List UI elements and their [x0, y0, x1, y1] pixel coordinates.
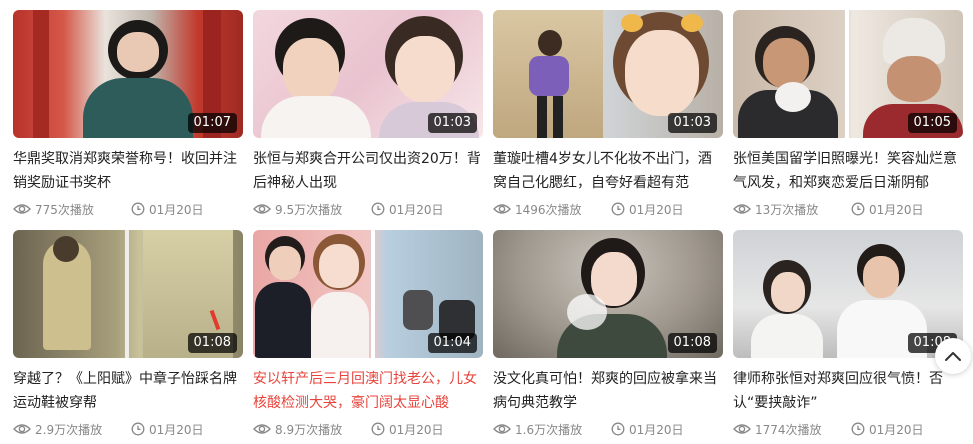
publish-date: 01月20日 — [629, 202, 684, 217]
publish-date: 01月20日 — [629, 422, 684, 437]
eye-icon — [253, 424, 271, 434]
video-meta: 2.9万次播放 01月20日 — [13, 421, 243, 437]
eye-icon — [253, 204, 271, 214]
video-meta: 13万次播放 01月20日 — [733, 201, 963, 217]
video-title[interactable]: 律师称张恒对郑爽回应很气愤！否认“要挟敲诈” — [733, 367, 963, 415]
clock-icon — [131, 422, 145, 436]
clock-icon — [371, 422, 385, 436]
scroll-to-top-button[interactable] — [935, 338, 971, 374]
view-count: 775次播放 — [35, 202, 94, 217]
video-meta: 9.5万次播放 01月20日 — [253, 201, 483, 217]
video-duration: 01:08 — [667, 333, 717, 353]
video-meta: 8.9万次播放 01月20日 — [253, 421, 483, 437]
publish-date: 01月20日 — [869, 202, 924, 217]
view-count: 8.9万次播放 — [275, 422, 343, 437]
video-card[interactable]: 01:03 张恒与郑爽合开公司仅出资20万！背后神秘人出现 9.5万次播放 01… — [253, 10, 483, 217]
video-thumbnail[interactable]: 01:08 — [493, 230, 723, 358]
video-thumbnail[interactable]: 01:05 — [733, 10, 963, 138]
video-duration: 01:08 — [187, 333, 237, 353]
clock-icon — [851, 422, 865, 436]
video-title[interactable]: 穿越了？《上阳赋》中章子怡踩名牌运动鞋被穿帮 — [13, 367, 243, 415]
video-card[interactable]: 01:03 董璇吐槽4岁女儿不化妆不出门，酒窝自己化腮红，自夸好看超有范 149… — [493, 10, 723, 217]
video-title[interactable]: 安以轩产后三月回澳门找老公，儿女核酸检测大哭，豪门阔太显心酸 — [253, 367, 483, 415]
video-card[interactable]: 01:05 张恒美国留学旧照曝光！笑容灿烂意气风发，和郑爽恋爱后日渐阴郁 13万… — [733, 10, 963, 217]
video-duration: 01:05 — [907, 113, 957, 133]
video-duration: 01:03 — [427, 113, 477, 133]
video-thumbnail[interactable]: 01:03 — [493, 10, 723, 138]
video-thumbnail[interactable]: 01:08 — [13, 230, 243, 358]
video-duration: 01:04 — [427, 333, 477, 353]
chevron-up-icon — [945, 352, 961, 361]
view-count: 1496次播放 — [515, 202, 582, 217]
view-count: 9.5万次播放 — [275, 202, 343, 217]
video-title[interactable]: 没文化真可怕！郑爽的回应被拿来当病句典范教学 — [493, 367, 723, 415]
video-card[interactable]: 01:07 华鼎奖取消郑爽荣誉称号！收回并注销奖励证书奖杯 775次播放 01月… — [13, 10, 243, 217]
view-count: 1.6万次播放 — [515, 422, 583, 437]
video-meta: 1.6万次播放 01月20日 — [493, 421, 723, 437]
video-card[interactable]: 01:08 没文化真可怕！郑爽的回应被拿来当病句典范教学 1.6万次播放 01月… — [493, 230, 723, 437]
video-title[interactable]: 董璇吐槽4岁女儿不化妆不出门，酒窝自己化腮红，自夸好看超有范 — [493, 147, 723, 195]
video-thumbnail[interactable]: 01:07 — [13, 10, 243, 138]
video-thumbnail[interactable]: 01:03 — [253, 10, 483, 138]
video-card[interactable]: 01:08 律师称张恒对郑爽回应很气愤！否认“要挟敲诈” 1774次播放 01月… — [733, 230, 963, 437]
video-duration: 01:03 — [667, 113, 717, 133]
video-duration: 01:07 — [187, 113, 237, 133]
video-meta: 775次播放 01月20日 — [13, 201, 243, 217]
eye-icon — [733, 204, 751, 214]
video-title[interactable]: 张恒与郑爽合开公司仅出资20万！背后神秘人出现 — [253, 147, 483, 195]
clock-icon — [611, 422, 625, 436]
video-card[interactable]: 01:08 穿越了？《上阳赋》中章子怡踩名牌运动鞋被穿帮 2.9万次播放 01月… — [13, 230, 243, 437]
publish-date: 01月20日 — [389, 202, 444, 217]
publish-date: 01月20日 — [149, 422, 204, 437]
video-thumbnail[interactable]: 01:08 — [733, 230, 963, 358]
view-count: 2.9万次播放 — [35, 422, 103, 437]
clock-icon — [371, 202, 385, 216]
video-meta: 1496次播放 01月20日 — [493, 201, 723, 217]
publish-date: 01月20日 — [149, 202, 204, 217]
video-thumbnail[interactable]: 01:04 — [253, 230, 483, 358]
eye-icon — [13, 204, 31, 214]
video-card[interactable]: 01:04 安以轩产后三月回澳门找老公，儿女核酸检测大哭，豪门阔太显心酸 8.9… — [253, 230, 483, 437]
video-meta: 1774次播放 01月20日 — [733, 421, 963, 437]
view-count: 13万次播放 — [755, 202, 819, 217]
clock-icon — [611, 202, 625, 216]
video-title[interactable]: 张恒美国留学旧照曝光！笑容灿烂意气风发，和郑爽恋爱后日渐阴郁 — [733, 147, 963, 195]
eye-icon — [493, 424, 511, 434]
video-grid: 01:07 华鼎奖取消郑爽荣誉称号！收回并注销奖励证书奖杯 775次播放 01月… — [13, 10, 963, 437]
publish-date: 01月20日 — [389, 422, 444, 437]
view-count: 1774次播放 — [755, 422, 822, 437]
eye-icon — [493, 204, 511, 214]
eye-icon — [13, 424, 31, 434]
clock-icon — [851, 202, 865, 216]
video-title[interactable]: 华鼎奖取消郑爽荣誉称号！收回并注销奖励证书奖杯 — [13, 147, 243, 195]
publish-date: 01月20日 — [869, 422, 924, 437]
eye-icon — [733, 424, 751, 434]
clock-icon — [131, 202, 145, 216]
